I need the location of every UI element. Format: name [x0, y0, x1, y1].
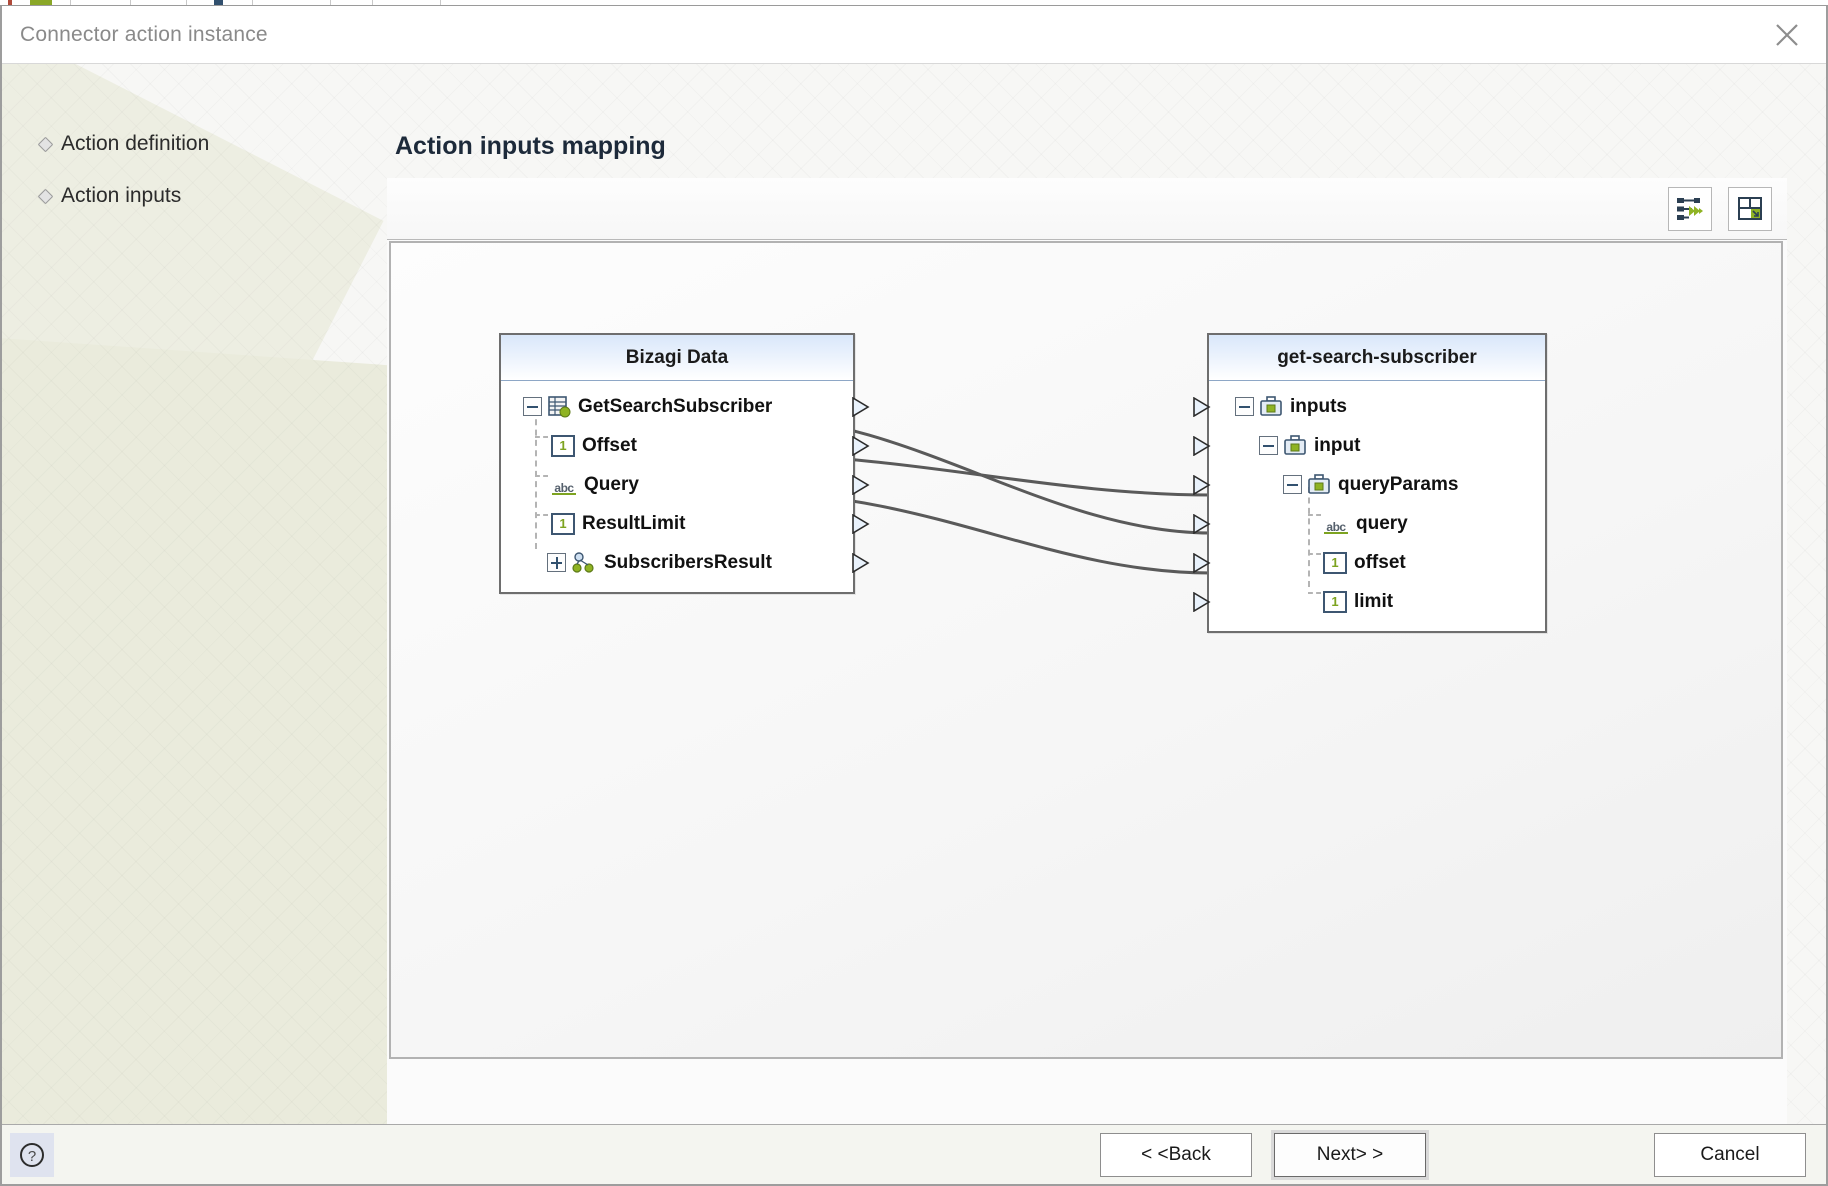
tree-row[interactable]: 1 ResultLimit [501, 504, 853, 543]
target-node-body: inputs input queryParams abc query 1 off… [1209, 381, 1545, 631]
tree-row-label: inputs [1290, 395, 1347, 417]
wizard-step-list: Action definition Action inputs [2, 64, 382, 1124]
tree-row[interactable]: abc Query [501, 465, 853, 504]
briefcase-icon [1307, 473, 1331, 496]
source-port-query[interactable] [852, 475, 870, 495]
svg-text:?: ? [28, 1148, 36, 1165]
background-tick [440, 0, 441, 5]
collapse-minus-icon[interactable] [1283, 475, 1302, 494]
target-node-title: get-search-subscriber [1209, 335, 1545, 381]
tree-row[interactable]: queryParams [1209, 465, 1545, 504]
number-type-icon: 1 [1323, 551, 1347, 574]
target-tree-node[interactable]: get-search-subscriber inputs input query… [1193, 333, 1547, 633]
tree-row[interactable]: 1 offset [1209, 543, 1545, 582]
sidebar-item-label: Action inputs [61, 184, 182, 207]
page-title: Action inputs mapping [395, 132, 666, 160]
background-chip-green [30, 0, 52, 5]
source-node-title: Bizagi Data [501, 335, 853, 381]
background-chip-red [8, 0, 12, 5]
background-tick [130, 0, 131, 5]
dialog-title: Connector action instance [20, 23, 268, 46]
source-port-subscribersresult[interactable] [852, 553, 870, 573]
target-port-limit[interactable] [1193, 592, 1211, 612]
collapse-minus-icon[interactable] [1259, 436, 1278, 455]
mapping-toolbar [387, 178, 1787, 240]
close-icon[interactable] [1756, 10, 1818, 60]
entity-table-icon [547, 395, 571, 418]
tree-row[interactable]: 1 Offset [501, 426, 853, 465]
back-button[interactable]: < <Back [1100, 1133, 1252, 1177]
tree-row[interactable]: SubscribersResult [501, 543, 853, 582]
auto-map-button[interactable] [1668, 187, 1712, 231]
tree-row-label: Query [584, 473, 639, 495]
collapse-minus-icon[interactable] [1235, 397, 1254, 416]
tree-row[interactable]: abc query [1209, 504, 1545, 543]
sidebar-item-action-definition[interactable]: Action definition [37, 132, 210, 156]
tree-row-label: GetSearchSubscriber [578, 395, 773, 417]
target-port-queryparams[interactable] [1193, 475, 1211, 495]
tree-row[interactable]: GetSearchSubscriber [501, 387, 853, 426]
cancel-button[interactable]: Cancel [1654, 1133, 1806, 1177]
tree-row[interactable]: input [1209, 426, 1545, 465]
number-type-icon: 1 [551, 434, 575, 457]
dialog-footer: ? < <Back Next> > Cancel [2, 1124, 1826, 1184]
source-tree-node[interactable]: Bizagi Data GetSearchSubscriber 1 Offset… [499, 333, 870, 594]
source-node-body: GetSearchSubscriber 1 Offset abc Query 1 [501, 381, 853, 592]
tree-row-label: query [1356, 512, 1408, 534]
string-type-icon: abc [551, 475, 577, 495]
background-chip-blue [214, 0, 223, 5]
diamond-bullet-icon [37, 136, 54, 153]
background-tick [252, 0, 253, 5]
number-type-icon: 1 [551, 512, 575, 535]
tree-row-label: ResultLimit [582, 512, 686, 534]
background-tick [330, 0, 331, 5]
tree-row-label: queryParams [1338, 473, 1459, 495]
source-port-getsearchsubscriber[interactable] [852, 397, 870, 417]
tree-row-label: limit [1354, 590, 1394, 612]
next-button[interactable]: Next> > [1274, 1133, 1426, 1177]
tree-row[interactable]: 1 limit [1209, 582, 1545, 621]
arrange-layout-icon [1738, 197, 1762, 220]
string-type-icon: abc [1323, 514, 1349, 534]
arrange-layout-button[interactable] [1728, 187, 1772, 231]
tree-row-label: Offset [582, 434, 637, 456]
sidebar-item-label: Action definition [61, 132, 210, 155]
tree-row-label: offset [1354, 551, 1406, 573]
tree-row-label: SubscribersResult [604, 551, 772, 573]
diamond-bullet-icon [37, 188, 54, 205]
briefcase-icon [1283, 434, 1307, 457]
target-port-query[interactable] [1193, 514, 1211, 534]
number-type-icon: 1 [1323, 590, 1347, 613]
background-tick [186, 0, 187, 5]
target-port-offset[interactable] [1193, 553, 1211, 573]
collapse-minus-icon[interactable] [523, 397, 542, 416]
auto-map-icon [1677, 198, 1703, 220]
target-port-inputs[interactable] [1193, 397, 1211, 417]
mapping-canvas[interactable]: Bizagi Data GetSearchSubscriber 1 Offset… [389, 241, 1783, 1059]
help-question-icon[interactable]: ? [10, 1133, 54, 1177]
collection-icon [571, 551, 597, 574]
background-tick [372, 0, 373, 5]
target-port-input[interactable] [1193, 436, 1211, 456]
dialog-body: Action definition Action inputs Action i… [2, 64, 1826, 1124]
tree-row-label: input [1314, 434, 1361, 456]
sidebar-item-action-inputs[interactable]: Action inputs [37, 184, 182, 208]
source-port-resultlimit[interactable] [852, 514, 870, 534]
tree-row[interactable]: inputs [1209, 387, 1545, 426]
source-port-offset[interactable] [852, 436, 870, 456]
briefcase-icon [1259, 395, 1283, 418]
background-tick [70, 0, 71, 5]
connector-action-dialog: Connector action instance Action definit… [0, 6, 1828, 1186]
expand-plus-icon[interactable] [547, 553, 566, 572]
mapping-panel: Bizagi Data GetSearchSubscriber 1 Offset… [387, 178, 1787, 1124]
dialog-title-bar: Connector action instance [2, 6, 1826, 64]
